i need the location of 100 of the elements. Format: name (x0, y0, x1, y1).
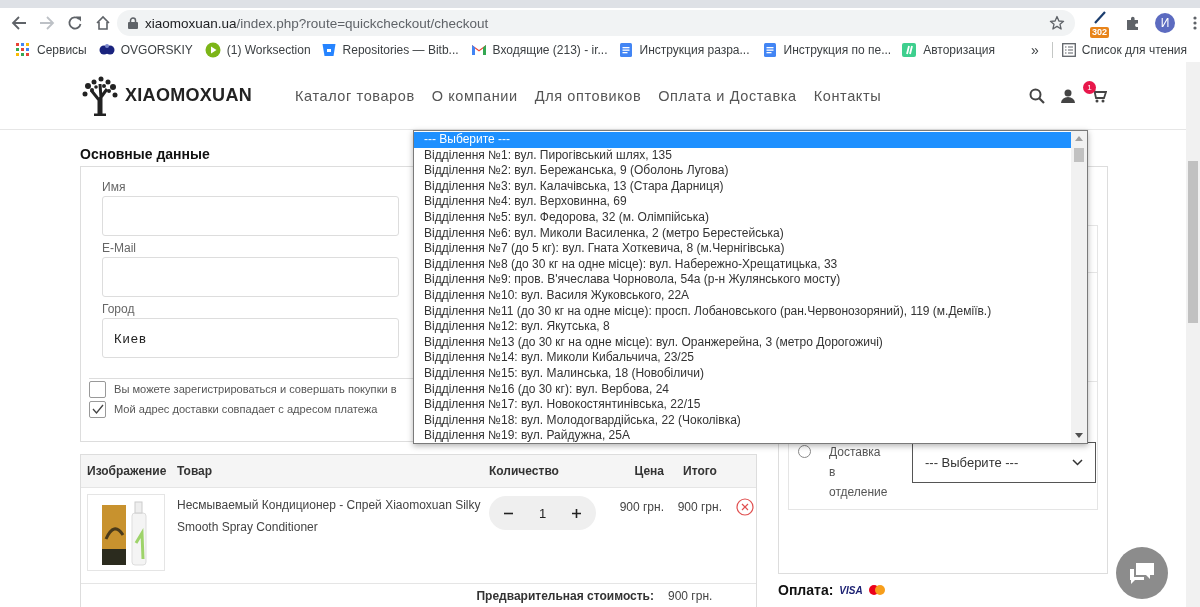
dropdown-option[interactable]: Відділення №9: пров. В'ячеслава Чорновола, 54а (р-н Жулянського мосту) (414, 272, 1071, 288)
page-scrollbar[interactable] (1186, 62, 1200, 607)
dropdown-option[interactable]: Відділення №18: вул. Молодогвардійська, 22 (Чоколівка) (414, 412, 1071, 429)
column-header: Итого (682, 464, 718, 478)
payment-label: Оплата: (778, 582, 834, 598)
play-icon (204, 42, 221, 58)
field-label: Имя (102, 179, 127, 195)
slashes-icon (901, 42, 918, 58)
url-text: xiaomoxuan.ua/index.php?route=quickcheckout/checkout (145, 15, 489, 31)
more-bookmarks-button[interactable]: » (1028, 39, 1042, 61)
subtotal-value: 900 грн. (668, 589, 714, 603)
bucket-icon (320, 42, 337, 58)
apps-grid-icon (15, 42, 31, 58)
dropdown-option[interactable]: Відділення №1: вул. Пирогівський шлях, 135 (414, 147, 1071, 164)
visa-logo: VISA (839, 584, 863, 596)
profile-avatar[interactable]: И (1155, 13, 1175, 33)
reload-icon[interactable] (67, 15, 83, 31)
logo-text: XIAOMOXUAN (125, 85, 252, 106)
cart-count-badge: 1 (1083, 81, 1096, 94)
subtotal-label: Предварительная стоимость: (475, 589, 655, 603)
dropdown-option[interactable]: Відділення №6: вул. Миколи Василенка, 2 (метро Берестейська) (414, 225, 1071, 242)
input-field[interactable]: Киев (102, 318, 399, 358)
option-label: в (829, 464, 837, 481)
column-header: Изображение (86, 464, 168, 478)
remove-icon[interactable] (736, 498, 754, 516)
nav-link[interactable]: Контакты (813, 87, 882, 104)
tree-logo-icon (80, 75, 120, 116)
scrollbar-thumb[interactable] (1074, 148, 1084, 162)
column-header: Товар (176, 464, 214, 478)
plus-icon (572, 508, 581, 518)
nav-link[interactable]: О компании (431, 87, 518, 104)
nav-link[interactable]: Для оптовиков (534, 87, 642, 104)
dropdown-option[interactable]: Відділення №19: вул. Райдужна, 25А (414, 428, 1071, 444)
dropdown-option[interactable]: Відділення №8 (до 30 кг на одне місце): вул. Набережно-Хрещатицька, 33 (414, 256, 1071, 273)
product-name-link[interactable]: Несмываемый Кондиционер - Спрей Xiaomoxuan Silky Smooth Spray Conditioner (171, 494, 483, 538)
star-icon[interactable] (1049, 15, 1065, 31)
dropdown-option[interactable]: Відділення №10: вул. Василя Жуковського, 22А (414, 287, 1071, 304)
dropdown-option[interactable]: Відділення №16 (до 30 кг): вул. Вербова, 24 (414, 381, 1071, 398)
extension-badge: 302 (1090, 27, 1110, 38)
section-title: Основные данные (80, 145, 210, 163)
input-field[interactable] (102, 196, 399, 236)
select-value: --- Выберите --- (925, 455, 1019, 470)
dropdown-option[interactable]: Відділення №2: вул. Бережанська, 9 (Оболонь Лугова) (414, 163, 1071, 179)
bookmark[interactable]: Инструкция разра... (614, 39, 753, 61)
bookmark[interactable]: OVGORSKIY (95, 39, 196, 61)
bookmark[interactable]: Авторизация (898, 39, 998, 61)
chevron-down-icon (1072, 459, 1083, 466)
bookmark[interactable]: Repositories — Bitb... (317, 39, 462, 61)
user-icon[interactable] (1061, 88, 1075, 103)
reading-list-button[interactable]: Список для чтения (1058, 39, 1190, 61)
option-label: отделение (829, 484, 889, 501)
nav-link[interactable]: Оплата и Доставка (658, 87, 797, 104)
chat-bubbles-icon (1128, 561, 1156, 585)
search-icon[interactable] (1029, 87, 1045, 104)
check-icon (91, 404, 104, 414)
dropdown-option[interactable]: Відділення №12: вул. Якутська, 8 (414, 319, 1071, 335)
lock-icon (128, 17, 138, 29)
document-icon (617, 42, 634, 58)
column-header: Количество (488, 464, 560, 478)
dropdown-option[interactable]: Відділення №3: вул. Калачівська, 13 (Стара Дарниця) (414, 178, 1071, 195)
list-icon (1061, 43, 1076, 57)
bookmark[interactable]: Входящие (213) - ir... (467, 39, 611, 61)
input-field[interactable] (102, 257, 399, 297)
page-scrollbar-thumb[interactable] (1188, 161, 1198, 323)
address-bar[interactable]: xiaomoxuan.ua/index.php?route=quickcheckout/checkout (117, 10, 1075, 36)
nav-link[interactable]: Каталог товаров (295, 87, 415, 104)
price-text: 900 грн. (618, 500, 665, 514)
home-icon[interactable] (95, 15, 111, 31)
menu-icon[interactable] (1193, 15, 1197, 31)
bookmark[interactable]: (1) Worksection (201, 39, 314, 61)
checkbox[interactable] (89, 380, 106, 398)
checkbox[interactable] (89, 400, 106, 418)
dropdown-scrollbar[interactable] (1071, 131, 1087, 443)
dropdown-option[interactable]: Відділення №15: вул. Малинська, 18 (Новобіличи) (414, 365, 1071, 382)
bookmark[interactable]: Инструкция по пе... (758, 39, 895, 61)
dropdown-option[interactable]: Відділення №17: вул. Новокостянтинівська, 22/15 (414, 397, 1071, 413)
bookmark[interactable]: Сервисы (12, 39, 90, 61)
dropdown-option[interactable]: Відділення №11 (до 30 кг на одне місце): просп. Лобановського (ран.Червонозоряний), 119 (м.Деміїв.) (414, 303, 1071, 320)
column-header: Цена (633, 464, 665, 478)
dropdown-option[interactable]: Відділення №14: вул. Миколи Кибальчича, 23/25 (414, 350, 1071, 366)
dropdown-option[interactable]: Відділення №5: вул. Федорова, 32 (м. Олімпійська) (414, 209, 1071, 226)
back-arrow-icon[interactable] (11, 15, 27, 31)
option-label: Доставка (829, 444, 882, 461)
dropdown-option[interactable]: Відділення №7 (до 5 кг): вул. Гната Хоткевича, 8 (м.Чернігівська) (414, 241, 1071, 257)
document-icon (761, 42, 778, 58)
increase-button[interactable] (569, 508, 584, 518)
scroll-down-icon[interactable] (1075, 433, 1083, 438)
puzzle-icon[interactable] (1125, 15, 1141, 31)
dropdown-option[interactable]: Відділення №13 (до 30 кг на одне місце): вул. Оранжерейна, 3 (метро Дорогожичі) (414, 334, 1071, 351)
chat-button[interactable] (1116, 547, 1168, 599)
checkbox-label: Мой адрес доставки совпадает с адресом платежа (114, 403, 378, 415)
checkbox-label: Вы можете зарегистрироваться и совершать покупки в (114, 383, 397, 395)
mail-icon (470, 42, 487, 58)
pen-icon[interactable] (1092, 10, 1108, 24)
total-text: 900 грн. (676, 500, 723, 514)
card-circles-icon (868, 585, 885, 595)
field-label: Город (102, 301, 136, 317)
dropdown-option[interactable]: Відділення №4: вул. Верховинна, 69 (414, 194, 1071, 210)
field-label: E-Mail (102, 240, 137, 256)
quantity-stepper[interactable]: 1 (489, 496, 596, 530)
